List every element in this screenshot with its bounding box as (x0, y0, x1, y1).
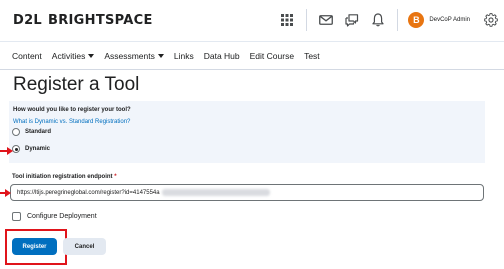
header-divider (306, 9, 308, 31)
standard-radio[interactable] (12, 128, 20, 136)
discussions-chat-icon[interactable] (339, 8, 365, 32)
dynamic-radio-label: Dynamic (25, 146, 51, 152)
brand-name: BRIGHTSPACE (48, 13, 153, 28)
redacted-blur (161, 189, 270, 196)
user-avatar[interactable]: B (408, 12, 425, 28)
endpoint-label: Tool initiation registration endpoint * (12, 174, 117, 180)
user-name[interactable]: DevCoP Admin (429, 17, 470, 23)
course-navbar: Content Activities Assessments Links Dat… (0, 41, 504, 70)
chevron-down-icon (88, 53, 95, 58)
registration-type-panel: How would you like to register your tool… (9, 101, 485, 163)
endpoint-input[interactable]: https://ltijs.peregrineglobal.com/regist… (10, 184, 484, 201)
configure-deployment-option[interactable]: Configure Deployment (12, 212, 97, 221)
endpoint-value: https://ltijs.peregrineglobal.com/regist… (17, 189, 160, 196)
course-selector-grid-icon[interactable] (274, 8, 300, 32)
nav-item-data-hub[interactable]: Data Hub (204, 51, 240, 61)
configure-deployment-checkbox[interactable] (12, 212, 21, 221)
radio-option-dynamic[interactable]: Dynamic (12, 145, 50, 153)
configure-deployment-label: Configure Deployment (27, 213, 97, 220)
brand-prefix: D2L (13, 13, 43, 28)
header-icons: B DevCoP Admin (274, 8, 504, 32)
registration-question-label: How would you like to register your tool… (13, 107, 131, 113)
dynamic-radio[interactable] (12, 145, 20, 153)
annotation-arrow-dynamic-icon (7, 147, 13, 155)
nav-item-edit-course[interactable]: Edit Course (250, 51, 294, 61)
cancel-button[interactable]: Cancel (63, 238, 106, 255)
register-button[interactable]: Register (12, 238, 57, 255)
standard-radio-label: Standard (25, 129, 52, 135)
header-divider (397, 9, 399, 31)
brightspace-logo[interactable]: D2L BRIGHTSPACE (13, 13, 153, 28)
chevron-down-icon (157, 53, 164, 58)
nav-item-test[interactable]: Test (304, 51, 320, 61)
nav-item-links[interactable]: Links (174, 51, 194, 61)
top-header: D2L BRIGHTSPACE B DevCoP Admin (0, 0, 504, 40)
required-marker: * (114, 174, 117, 180)
annotation-arrow-endpoint-icon (5, 189, 11, 197)
registration-help-link[interactable]: What is Dynamic vs. Standard Registratio… (13, 119, 130, 125)
page-title: Register a Tool (13, 74, 140, 95)
message-envelope-icon[interactable] (313, 8, 339, 32)
nav-item-content[interactable]: Content (12, 51, 42, 61)
radio-option-standard[interactable]: Standard (12, 128, 51, 136)
nav-item-assessments[interactable]: Assessments (104, 51, 164, 61)
nav-item-activities[interactable]: Activities (52, 51, 95, 61)
notifications-bell-icon[interactable] (365, 8, 391, 32)
settings-gear-icon[interactable] (478, 8, 504, 32)
